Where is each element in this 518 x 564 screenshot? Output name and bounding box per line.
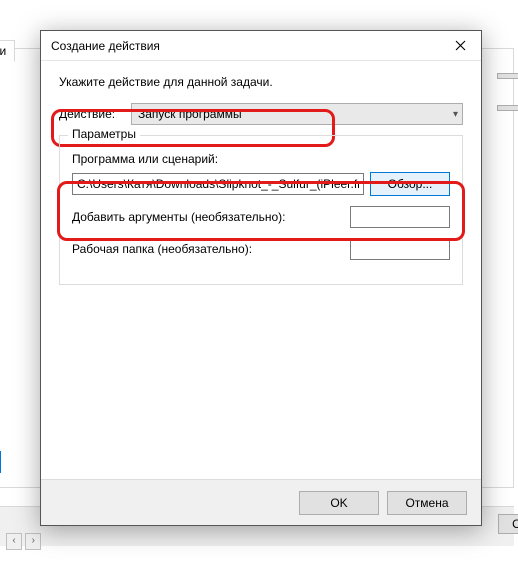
action-select-value: Запуск программы xyxy=(138,107,242,121)
parameters-group: Параметры Программа или сценарий: Обзор.… xyxy=(59,135,463,285)
parent-create-button[interactable]: ть... xyxy=(0,451,1,473)
parent-side-button-1[interactable] xyxy=(497,73,518,79)
arguments-row: Добавить аргументы (необязательно): xyxy=(72,206,450,228)
dialog-body: Укажите действие для данной задачи. Дейс… xyxy=(41,61,481,479)
action-row: Действие: Запуск программы ▾ xyxy=(59,103,463,125)
parent-cancel-button[interactable]: Отме xyxy=(498,514,518,534)
parent-tab-create[interactable]: здани xyxy=(0,40,15,62)
arrow-left-icon[interactable]: ‹ xyxy=(6,533,22,550)
dialog-titlebar: Создание действия xyxy=(41,31,481,61)
workdir-label: Рабочая папка (необязательно): xyxy=(72,242,252,256)
arguments-input[interactable] xyxy=(350,206,450,228)
instruction-text: Укажите действие для данной задачи. xyxy=(59,75,463,89)
cancel-button[interactable]: Отмена xyxy=(387,491,467,515)
dialog-title: Создание действия xyxy=(51,39,160,53)
workdir-input[interactable] xyxy=(350,238,450,260)
close-button[interactable] xyxy=(439,31,481,61)
create-action-dialog: Создание действия Укажите действие для д… xyxy=(40,30,482,526)
browse-button[interactable]: Обзор... xyxy=(370,172,450,196)
parameters-legend: Параметры xyxy=(68,127,140,141)
program-input[interactable] xyxy=(72,173,364,195)
workdir-row: Рабочая папка (необязательно): xyxy=(72,238,450,260)
ok-button[interactable]: OK xyxy=(299,491,379,515)
parent-nav-arrows: ‹ › xyxy=(6,532,41,550)
action-select[interactable]: Запуск программы ▾ xyxy=(131,103,463,125)
program-label: Программа или сценарий: xyxy=(72,152,450,166)
parent-side-button-2[interactable] xyxy=(497,105,518,111)
program-row: Обзор... xyxy=(72,172,450,196)
arrow-right-icon[interactable]: › xyxy=(25,533,41,550)
action-label: Действие: xyxy=(59,107,123,121)
dialog-button-bar: OK Отмена xyxy=(41,479,481,525)
arguments-label: Добавить аргументы (необязательно): xyxy=(72,210,285,224)
close-icon xyxy=(455,40,466,51)
chevron-down-icon: ▾ xyxy=(453,109,458,120)
